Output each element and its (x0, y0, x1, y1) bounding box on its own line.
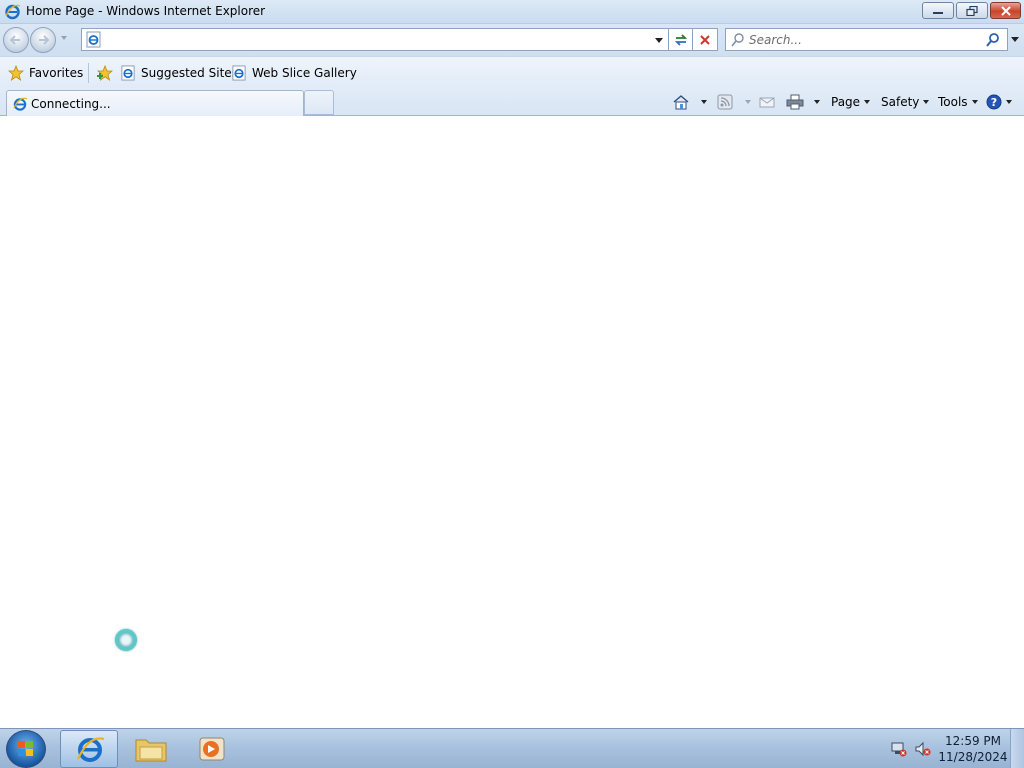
close-icon (1000, 5, 1011, 16)
add-favorite-star-icon (96, 65, 114, 81)
chevron-down-icon (1006, 100, 1012, 104)
window-controls (922, 2, 1021, 19)
page-menu-label: Page (831, 95, 861, 109)
web-slice-gallery-label: Web Slice Gallery (252, 66, 357, 80)
tab-label: Connecting... (31, 97, 111, 111)
favorites-label: Favorites (29, 66, 84, 80)
window-title: Home Page - Windows Internet Explorer (26, 4, 266, 18)
page-menu[interactable]: Page (831, 92, 871, 112)
chevron-down-icon (864, 100, 871, 104)
web-slice-gallery-link[interactable]: Web Slice Gallery (231, 64, 357, 82)
search-input[interactable] (749, 30, 979, 49)
ie-icon (5, 4, 21, 20)
address-input[interactable] (104, 30, 644, 49)
ie-page-icon (86, 31, 101, 48)
clock-date: 11/28/2024 (938, 750, 1008, 764)
help-menu[interactable]: ? (986, 92, 1012, 112)
taskbar-internet-explorer[interactable] (60, 730, 118, 768)
feeds-dropdown[interactable] (741, 92, 751, 112)
taskbar-windows-explorer[interactable] (122, 730, 180, 768)
new-tab-button[interactable] (304, 90, 334, 115)
back-arrow-icon (9, 35, 20, 45)
search-provider-icon (731, 33, 744, 47)
media-player-icon (199, 737, 225, 761)
address-dropdown-arrow-icon[interactable] (655, 38, 663, 43)
home-icon (673, 95, 689, 110)
mail-icon (759, 97, 775, 108)
windows-logo-icon (18, 741, 33, 756)
add-to-favorites-bar-button[interactable] (96, 64, 114, 82)
forward-button[interactable] (30, 27, 56, 53)
folder-icon (135, 739, 167, 762)
chevron-down-icon (923, 100, 930, 104)
close-button[interactable] (990, 2, 1021, 19)
taskbar-media-player[interactable] (182, 730, 240, 768)
minimize-button[interactable] (922, 2, 954, 19)
home-button[interactable] (672, 92, 690, 112)
favorites-separator (88, 63, 89, 83)
feeds-button[interactable] (717, 92, 733, 112)
restore-icon (966, 5, 978, 16)
ie-page-icon (232, 65, 246, 81)
tab-row: Connecting... Page Safety Tools ? (0, 88, 1024, 116)
svg-text:?: ? (991, 96, 997, 109)
favorites-bar: Favorites Suggested Sites Web Slice Gall… (0, 56, 1024, 88)
print-button[interactable] (786, 92, 804, 112)
clock-time: 12:59 PM (945, 734, 1001, 748)
chevron-down-icon (745, 100, 751, 104)
chevron-down-icon (814, 100, 820, 104)
stop-icon (700, 34, 710, 45)
refresh-icon (674, 33, 687, 46)
show-desktop-button[interactable] (1010, 729, 1024, 768)
suggested-sites-label: Suggested Sites (141, 66, 238, 80)
restore-button[interactable] (956, 2, 988, 19)
refresh-button[interactable] (669, 28, 693, 51)
print-dropdown[interactable] (810, 92, 820, 112)
minimize-icon (933, 11, 943, 14)
taskbar: 12:59 PM 11/28/2024 (0, 728, 1024, 768)
safety-menu-label: Safety (881, 95, 920, 109)
tools-menu[interactable]: Tools (938, 92, 978, 112)
chevron-down-icon (701, 100, 707, 104)
start-button[interactable] (6, 730, 46, 768)
ie-icon (13, 97, 28, 111)
search-icon[interactable] (985, 32, 1001, 48)
network-icon[interactable] (890, 741, 908, 757)
recent-pages-dropdown[interactable] (61, 36, 67, 40)
navigation-bar (0, 24, 1024, 56)
tools-menu-label: Tools (938, 95, 968, 109)
ie-icon (77, 737, 105, 762)
rss-feed-icon (717, 94, 733, 110)
forward-arrow-icon (39, 35, 50, 45)
read-mail-button[interactable] (759, 92, 775, 112)
volume-muted-icon[interactable] (914, 741, 932, 757)
favorites-button[interactable]: Favorites (8, 64, 83, 82)
chevron-down-icon (971, 100, 978, 104)
stop-button[interactable] (693, 28, 718, 51)
search-options-dropdown-icon[interactable] (1011, 37, 1019, 42)
star-icon (8, 65, 24, 81)
safety-menu[interactable]: Safety (881, 92, 930, 112)
printer-icon (786, 94, 804, 110)
tab-active[interactable]: Connecting... (6, 90, 304, 116)
help-icon: ? (986, 94, 1002, 110)
back-button[interactable] (3, 27, 29, 53)
home-dropdown[interactable] (697, 92, 707, 112)
search-box[interactable] (725, 28, 1008, 51)
busy-cursor-icon (115, 629, 137, 651)
suggested-sites-link[interactable]: Suggested Sites (120, 64, 238, 82)
page-content[interactable] (0, 116, 1024, 728)
address-bar[interactable] (81, 28, 669, 51)
system-clock[interactable]: 12:59 PM 11/28/2024 (936, 733, 1010, 765)
title-bar: Home Page - Windows Internet Explorer (0, 0, 1024, 24)
ie-page-icon (121, 65, 135, 81)
